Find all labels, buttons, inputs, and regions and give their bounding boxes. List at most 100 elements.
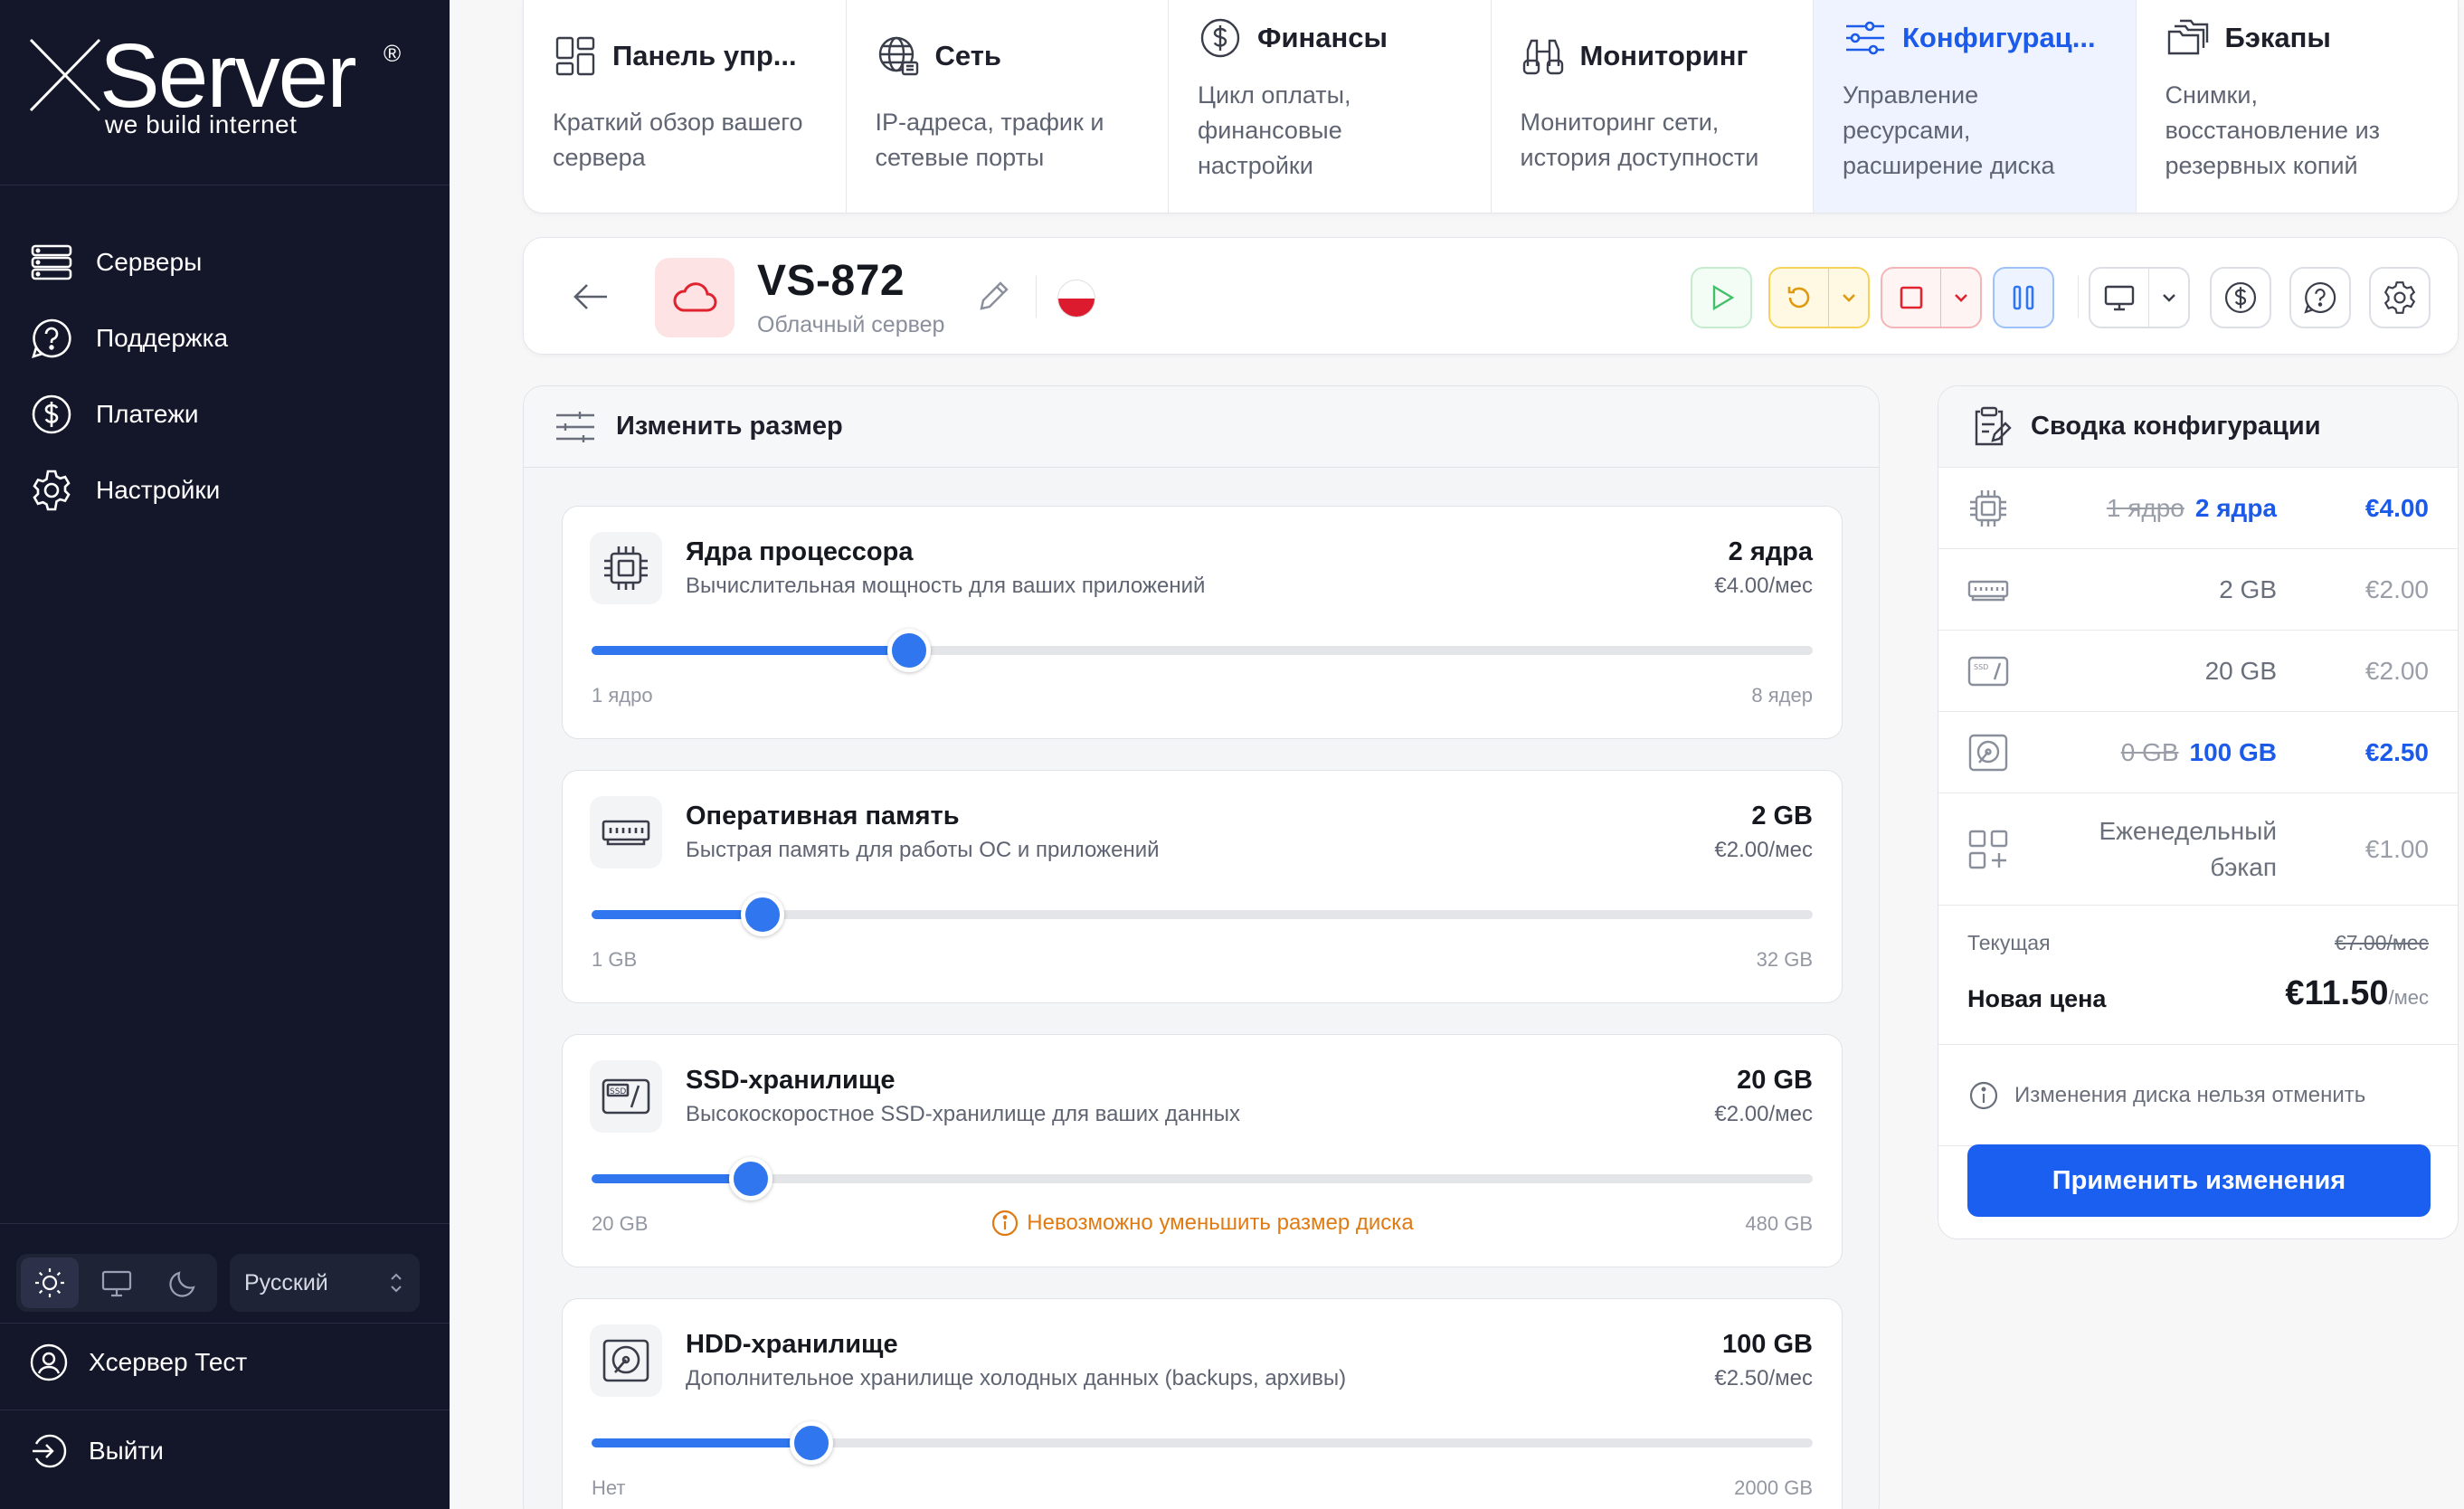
sliders-icon [1846, 21, 1884, 55]
resource-max-label: 8 ядер [1751, 684, 1813, 707]
tab-title: Панель упр... [612, 40, 797, 71]
support-button[interactable] [2289, 267, 2351, 328]
disk-change-note-text: Изменения диска нельзя отменить [2014, 1082, 2366, 1107]
resource-slider-thumb[interactable] [790, 1421, 833, 1465]
resource-slider-thumb[interactable] [887, 629, 931, 672]
resource-slider-track[interactable] [592, 1157, 1813, 1201]
dashboard-icon [555, 36, 595, 76]
tab-description: Снимки, восстановление из резервных копи… [2165, 81, 2381, 179]
resource-title: SSD-хранилище [686, 1066, 896, 1095]
section-tabs: Панель упр... Краткий обзор вашего серве… [523, 0, 2459, 214]
summary-old-value: 1 ядро [2106, 493, 2184, 522]
tab-title: Мониторинг [1579, 40, 1748, 71]
tab-title: Сеть [934, 40, 1001, 71]
tab-finance[interactable]: Финансы Цикл оплаты, финансовые настройк… [1169, 0, 1492, 213]
resource-price: €2.50/мес [1714, 1366, 1813, 1390]
server-type-badge [655, 258, 734, 337]
logo-tagline: we build internet [105, 110, 298, 138]
pencil-edit-icon[interactable] [974, 278, 1012, 316]
clipboard-edit-icon [1975, 406, 2012, 445]
sidebar: Server ® we build internet Серверы Подде… [0, 0, 450, 1509]
sidebar-divider [0, 1223, 450, 1224]
help-icon [32, 318, 71, 358]
user-profile[interactable]: Хсервер Тест [29, 1343, 247, 1382]
resource-value: 2 GB [1751, 802, 1813, 830]
tab-title: Бэкапы [2224, 22, 2331, 53]
logo-wordmark: Server [100, 25, 357, 127]
sidebar-item-label: Настройки [96, 476, 221, 504]
ssd-icon: SSD [1967, 656, 2009, 686]
sidebar-divider [0, 1409, 450, 1410]
restart-icon [1787, 287, 1810, 308]
resource-max-label: 2000 GB [1734, 1476, 1813, 1499]
theme-light-button[interactable] [21, 1258, 79, 1308]
billing-button[interactable] [2210, 267, 2271, 328]
user-avatar-icon [30, 1343, 68, 1381]
sidebar-item-label: Серверы [96, 248, 203, 276]
ram-icon [602, 820, 650, 846]
server-header: VS-872 Облачный сервер [523, 237, 2459, 355]
tab-monitoring[interactable]: Мониторинг Мониторинг сети, история дост… [1492, 0, 1814, 213]
ram-icon [1967, 580, 2009, 601]
summary-title: Сводка конфигурации [2031, 412, 2321, 441]
resource-max-label: 32 GB [1756, 948, 1813, 971]
info-icon [1969, 1081, 1998, 1109]
resize-panel: Изменить размер Ядра процессора Вычислит… [523, 385, 1880, 1509]
theme-system-button[interactable] [88, 1258, 146, 1308]
new-price-label: Новая цена [1967, 985, 2107, 1012]
pause-button[interactable] [1993, 267, 2054, 328]
tab-dashboard[interactable]: Панель упр... Краткий обзор вашего серве… [524, 0, 847, 213]
resource-price: €4.00/мес [1714, 574, 1813, 598]
gear-icon [33, 470, 71, 511]
summary-row-hdd: 0 GB 100 GB €2.50 [1938, 712, 2458, 793]
resource-slider-fill [592, 1438, 811, 1447]
resource-slider-track[interactable] [592, 1421, 1813, 1465]
sidebar-item-support[interactable]: Поддержка [0, 300, 450, 376]
resource-value: 2 ядра [1728, 537, 1813, 566]
resource-slider-fill [592, 646, 909, 655]
stop-button[interactable] [1882, 269, 1940, 327]
sun-icon [35, 1268, 64, 1297]
chevron-updown-icon [391, 1273, 402, 1293]
folders-icon [2167, 19, 2208, 55]
settings-button[interactable] [2369, 267, 2431, 328]
tab-title: Конфигурац... [1902, 22, 2096, 53]
globe-network-icon [878, 36, 918, 76]
summary-new-value: 100 GB [2189, 737, 2278, 766]
tab-network[interactable]: Сеть IP-адреса, трафик и сетевые порты [847, 0, 1169, 213]
tab-description: Управление ресурсами, расширение диска [1843, 81, 2055, 179]
brand-logo[interactable]: Server ® we build internet [29, 31, 418, 147]
restart-button[interactable] [1770, 269, 1828, 327]
console-dropdown[interactable] [2148, 269, 2188, 327]
pause-icon [2013, 285, 2034, 310]
logout-button[interactable]: Выйти [29, 1431, 164, 1471]
start-button[interactable] [1691, 267, 1752, 328]
summary-value-line: бэкап [2210, 852, 2277, 881]
header-divider [1036, 276, 1037, 318]
resource-title: HDD-хранилище [686, 1330, 898, 1359]
resource-slider-thumb[interactable] [741, 893, 784, 936]
sidebar-item-payments[interactable]: Платежи [0, 376, 450, 452]
theme-dark-button[interactable] [155, 1258, 213, 1308]
apply-changes-button[interactable]: Применить изменения [1967, 1144, 2431, 1217]
disk-shrink-warning-text: Невозможно уменьшить размер диска [1027, 1210, 1414, 1235]
sidebar-item-servers[interactable]: Серверы [0, 224, 450, 300]
console-button-group [2089, 267, 2190, 328]
restart-dropdown[interactable] [1828, 269, 1868, 327]
resource-card-ram: Оперативная память Быстрая память для ра… [562, 770, 1843, 1003]
resource-slider-thumb[interactable] [728, 1157, 772, 1201]
back-arrow-icon[interactable] [569, 274, 614, 319]
resource-slider-track[interactable] [592, 893, 1813, 936]
tab-backups[interactable]: Бэкапы Снимки, восстановление из резервн… [2137, 0, 2459, 213]
language-select[interactable]: Русский [230, 1254, 420, 1312]
cpu-icon [604, 546, 648, 590]
sidebar-item-settings[interactable]: Настройки [0, 452, 450, 528]
logo-x-mark [29, 38, 101, 112]
summary-old-value: 0 GB [2120, 737, 2179, 766]
resource-description: Высокоскоростное SSD-хранилище для ваших… [686, 1102, 1240, 1126]
resource-slider-track[interactable] [592, 629, 1813, 672]
tab-configuration[interactable]: Конфигурац... Управление ресурсами, расш… [1814, 0, 2137, 213]
resource-title: Оперативная память [686, 802, 960, 830]
stop-dropdown[interactable] [1940, 269, 1980, 327]
console-button[interactable] [2090, 269, 2148, 327]
